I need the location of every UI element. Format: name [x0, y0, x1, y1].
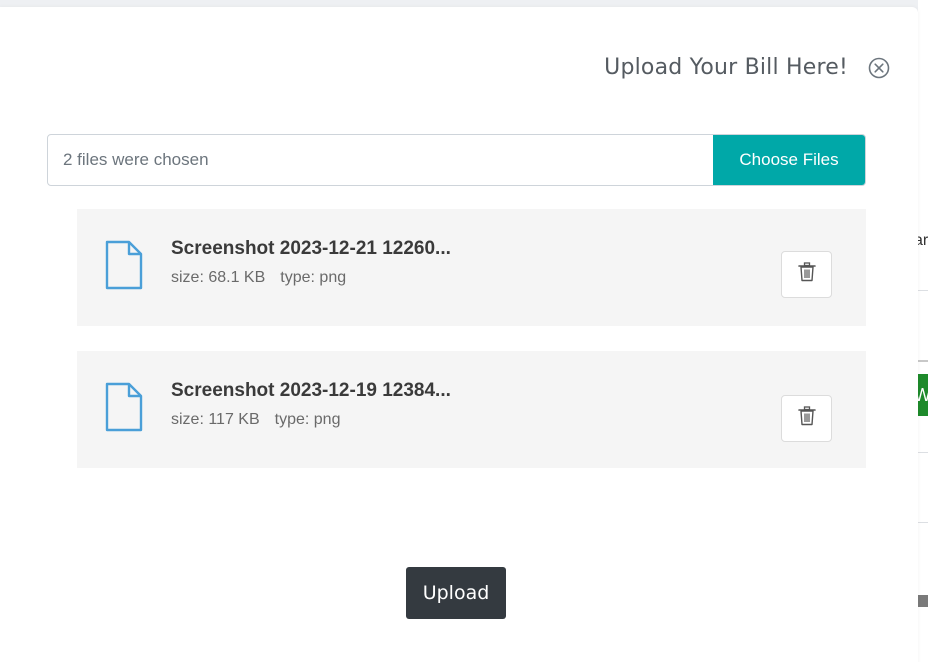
- background-divider: [918, 290, 928, 291]
- file-input[interactable]: 2 files were chosen Choose Files: [47, 134, 866, 186]
- background-divider: [918, 360, 928, 362]
- trash-icon: [797, 262, 816, 287]
- page: ar W Upload Your Bill Here! 2 files were…: [0, 0, 928, 662]
- file-size: size: 117 KB: [171, 411, 260, 428]
- upload-button[interactable]: Upload: [406, 567, 506, 619]
- trash-icon: [797, 406, 816, 431]
- background-divider: [918, 452, 928, 453]
- file-type: type: png: [280, 269, 347, 286]
- upload-modal: Upload Your Bill Here! 2 files were chos…: [0, 7, 918, 662]
- modal-header: Upload Your Bill Here!: [604, 55, 890, 80]
- file-icon: [105, 382, 143, 432]
- choose-files-button[interactable]: Choose Files: [713, 135, 865, 185]
- file-meta: size: 117 KB type: png: [171, 411, 340, 429]
- file-card: Screenshot 2023-12-21 12260... size: 68.…: [77, 209, 866, 326]
- file-card: Screenshot 2023-12-19 12384... size: 117…: [77, 351, 866, 468]
- file-name: Screenshot 2023-12-19 12384...: [171, 380, 451, 401]
- delete-file-button[interactable]: [781, 395, 832, 442]
- file-icon: [105, 240, 143, 290]
- delete-file-button[interactable]: [781, 251, 832, 298]
- file-name: Screenshot 2023-12-21 12260...: [171, 238, 451, 259]
- close-icon[interactable]: [868, 57, 890, 79]
- background-divider: [918, 522, 928, 523]
- modal-title: Upload Your Bill Here!: [604, 55, 848, 80]
- file-type: type: png: [274, 411, 341, 428]
- background-scroll-element: [918, 595, 928, 607]
- background-page: [918, 0, 928, 662]
- file-input-status[interactable]: 2 files were chosen: [48, 135, 713, 185]
- file-size: size: 68.1 KB: [171, 269, 266, 286]
- file-meta: size: 68.1 KB type: png: [171, 269, 346, 287]
